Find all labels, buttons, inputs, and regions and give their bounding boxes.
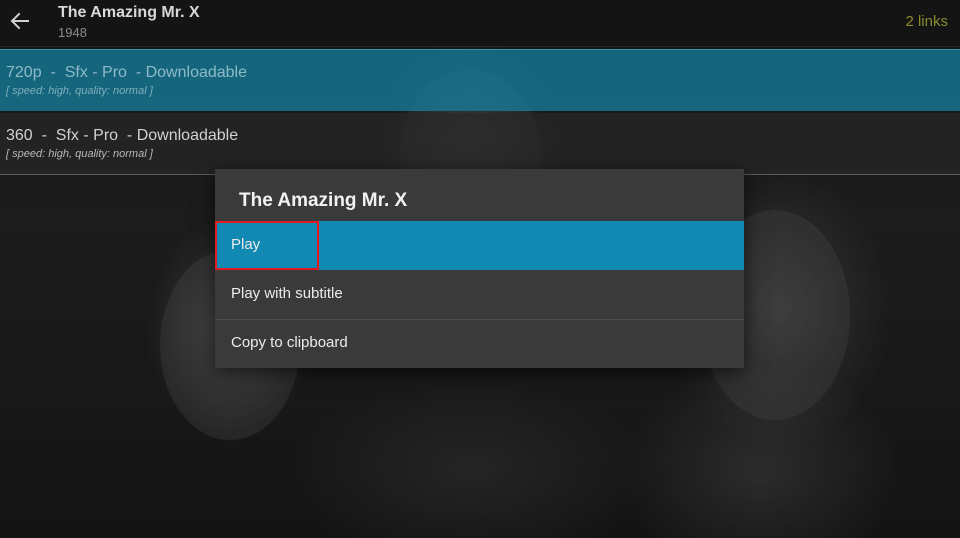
app-screen: The Amazing Mr. X 1948 2 links 720p - Sf… xyxy=(0,0,960,538)
copy-to-clipboard-menu-item[interactable]: Copy to clipboard xyxy=(215,319,744,368)
top-bar: The Amazing Mr. X 1948 2 links xyxy=(0,0,960,47)
link-row-360[interactable]: 360 - Sfx - Pro - Downloadable [ speed: … xyxy=(0,113,960,175)
play-with-subtitle-label: Play with subtitle xyxy=(231,285,343,302)
links-count-badge: 2 links xyxy=(905,13,948,30)
play-with-subtitle-menu-item[interactable]: Play with subtitle xyxy=(215,270,744,320)
play-menu-item[interactable]: Play xyxy=(215,221,744,270)
page-title: The Amazing Mr. X xyxy=(58,4,200,21)
link-label: 360 - Sfx - Pro - Downloadable xyxy=(6,127,239,144)
dialog-title: The Amazing Mr. X xyxy=(239,190,408,211)
link-meta: [ speed: high, quality: normal ] xyxy=(6,85,153,97)
release-year: 1948 xyxy=(58,25,87,40)
link-row-720p[interactable]: 720p - Sfx - Pro - Downloadable [ speed:… xyxy=(0,49,960,111)
arrow-left-icon xyxy=(10,12,29,30)
link-label: 720p - Sfx - Pro - Downloadable xyxy=(6,64,248,81)
copy-to-clipboard-label: Copy to clipboard xyxy=(231,334,348,351)
play-label: Play xyxy=(231,236,261,253)
link-meta: [ speed: high, quality: normal ] xyxy=(6,148,153,160)
back-button[interactable] xyxy=(8,9,32,33)
link-options-dialog: The Amazing Mr. X Play Play with subtitl… xyxy=(215,169,744,368)
